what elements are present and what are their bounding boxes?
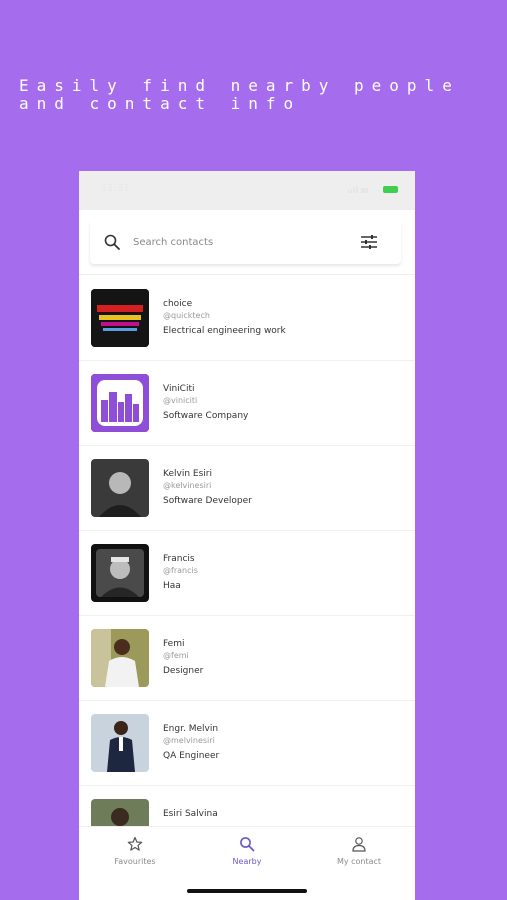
contacts-list: choice @quicktech Electrical engineering…	[79, 276, 415, 826]
star-icon	[127, 836, 143, 851]
contact-handle: @melvinesiri	[163, 736, 215, 745]
contact-role: Designer	[163, 666, 204, 676]
contact-name: Femi	[163, 639, 185, 649]
contact-name: Kelvin Esiri	[163, 469, 212, 479]
tab-favourites[interactable]: Favourites	[79, 827, 191, 877]
contact-handle: @femi	[163, 651, 189, 660]
search-icon	[104, 234, 120, 250]
divider	[79, 274, 415, 275]
phone-screen: 11:31 Search contacts choice @quicktech …	[79, 171, 415, 900]
contact-item[interactable]: ViniCiti @viniciti Software Company	[79, 361, 415, 446]
contact-name: choice	[163, 299, 193, 309]
tab-my-contact[interactable]: My contact	[303, 827, 415, 877]
status-bar: 11:31	[79, 171, 415, 210]
tab-label: Nearby	[232, 857, 262, 866]
status-time: 11:31	[101, 183, 130, 194]
contact-item[interactable]: choice @quicktech Electrical engineering…	[79, 276, 415, 361]
contact-name: Engr. Melvin	[163, 724, 219, 734]
avatar	[91, 374, 149, 432]
contact-handle: @quicktech	[163, 311, 210, 320]
search-bar	[90, 220, 401, 264]
search-input[interactable]	[133, 230, 348, 254]
contact-role: Haa	[163, 581, 181, 591]
contact-role: Software Developer	[163, 496, 252, 506]
filter-icon[interactable]	[360, 233, 378, 251]
contact-role: QA Engineer	[163, 751, 220, 761]
contact-item[interactable]: Engr. Melvin @melvinesiri QA Engineer	[79, 701, 415, 786]
contact-item[interactable]: Femi @femi Designer	[79, 616, 415, 701]
contact-item[interactable]: Francis @francis Haa	[79, 531, 415, 616]
contact-name: ViniCiti	[163, 384, 195, 394]
tab-label: Favourites	[114, 857, 156, 866]
signal-icon	[347, 185, 368, 193]
avatar	[91, 459, 149, 517]
contact-handle: @viniciti	[163, 396, 198, 405]
contact-role: Software Company	[163, 411, 249, 421]
headline-text: Easily find nearby people and contact in…	[19, 76, 460, 113]
contact-item[interactable]: Esiri Salvina	[79, 786, 415, 826]
tab-label: My contact	[336, 857, 382, 866]
avatar	[91, 544, 149, 602]
battery-icon	[383, 186, 398, 193]
avatar	[91, 714, 149, 772]
avatar	[91, 629, 149, 687]
contact-item[interactable]: Kelvin Esiri @kelvinesiri Software Devel…	[79, 446, 415, 531]
search-icon	[240, 837, 255, 852]
contact-handle: @francis	[163, 566, 198, 575]
avatar	[91, 289, 149, 347]
contact-name: Esiri Salvina	[163, 809, 218, 819]
home-indicator	[187, 889, 307, 893]
tab-nearby[interactable]: Nearby	[191, 827, 303, 877]
contact-handle: @kelvinesiri	[163, 481, 212, 490]
avatar	[91, 799, 149, 826]
contact-role: Electrical engineering work	[163, 326, 286, 336]
user-icon	[352, 837, 366, 852]
contact-name: Francis	[163, 554, 195, 564]
